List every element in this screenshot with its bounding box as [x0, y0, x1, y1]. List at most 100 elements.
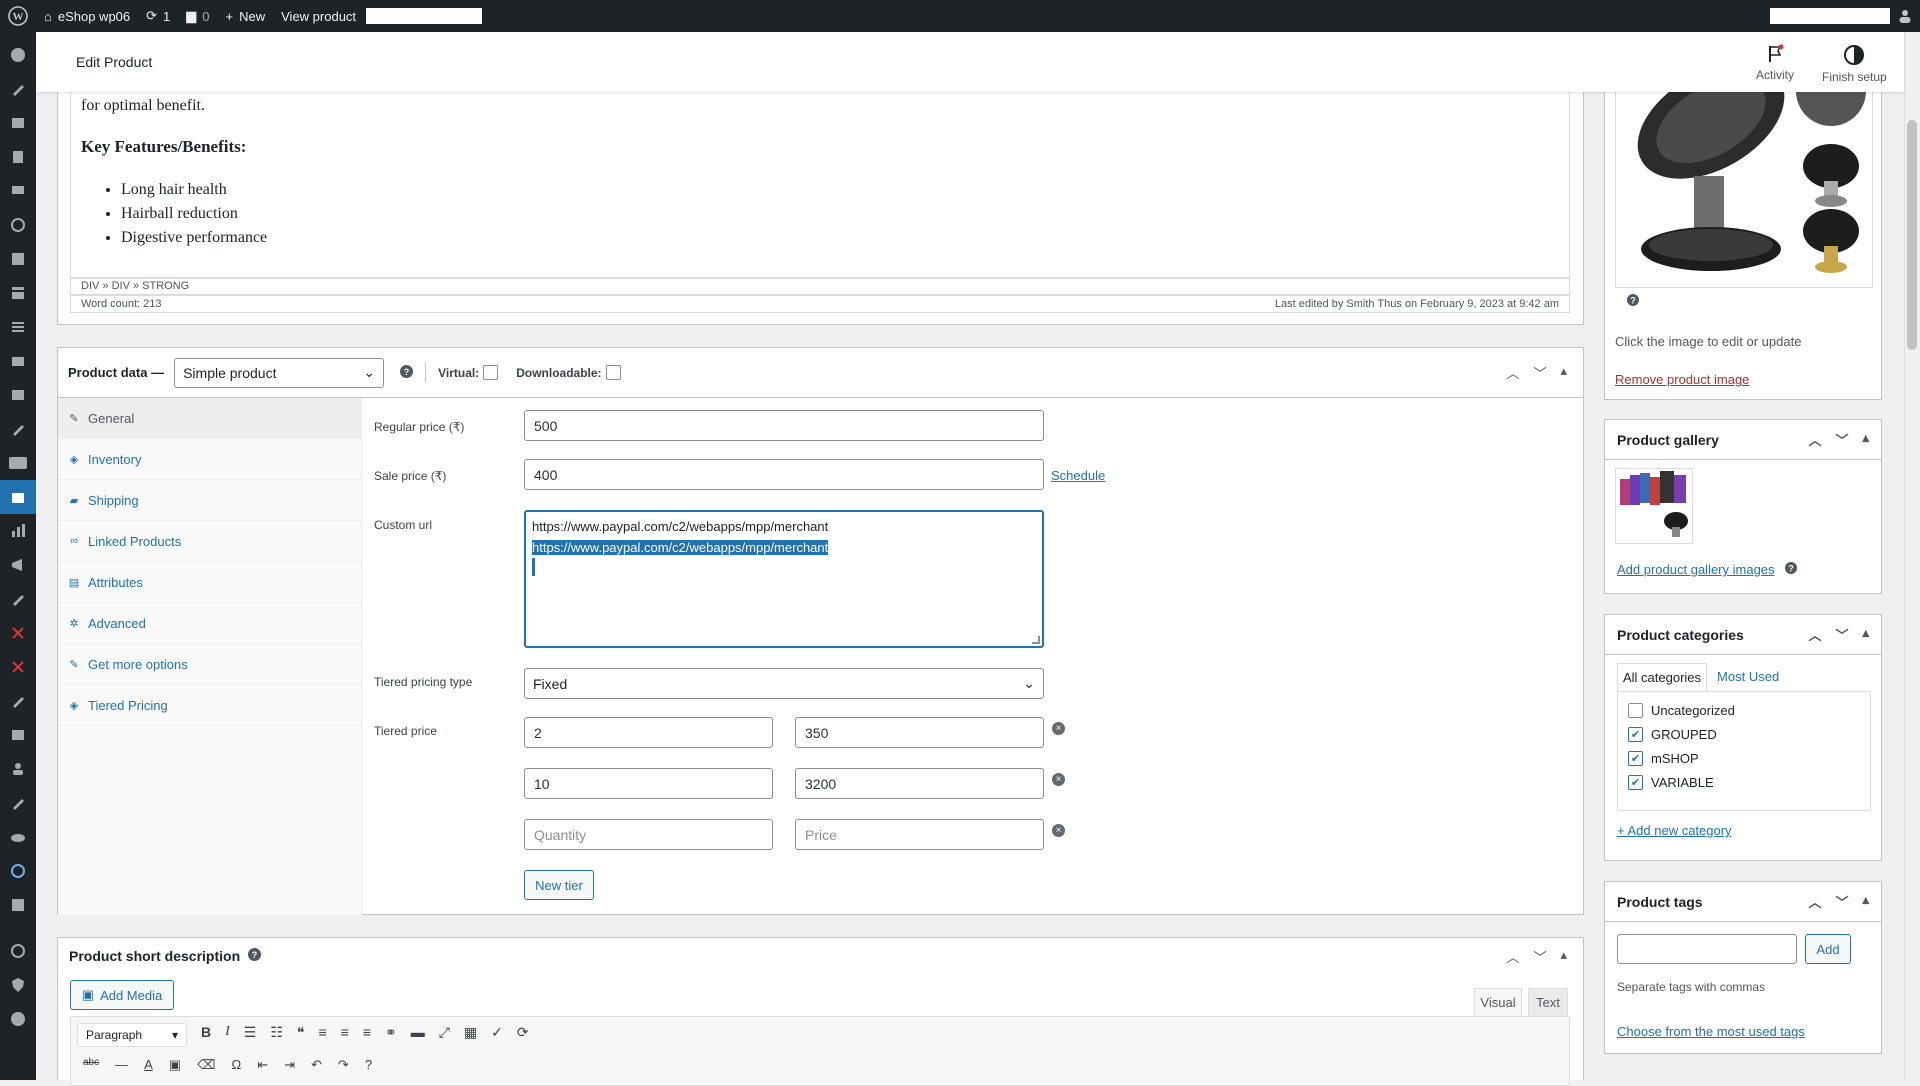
- fullscreen-icon[interactable]: ⤢: [439, 1024, 450, 1041]
- custom-url-textarea[interactable]: https://www.paypal.com/c2/webapps/mpp/me…: [524, 510, 1044, 648]
- media-icon[interactable]: [0, 106, 36, 140]
- products-icon[interactable]: [0, 480, 36, 514]
- collapse-icon[interactable]: ▴: [1862, 430, 1869, 449]
- product-image[interactable]: [1615, 80, 1873, 288]
- category-checkbox[interactable]: [1628, 702, 1643, 718]
- indent-icon[interactable]: ⇥: [284, 1057, 295, 1073]
- move-up-icon[interactable]: ︿: [1808, 625, 1821, 644]
- tab-get-more-options[interactable]: ✎ Get more options: [58, 644, 361, 685]
- move-down-icon[interactable]: ﹀: [1835, 892, 1848, 911]
- help-icon[interactable]: ?: [248, 948, 262, 964]
- help-icon[interactable]: ?: [400, 364, 414, 381]
- cloud-icon[interactable]: [0, 820, 36, 854]
- add-tag-button[interactable]: Add: [1805, 934, 1851, 964]
- move-down-icon[interactable]: ﹀: [1835, 625, 1848, 644]
- tools-icon[interactable]: [0, 786, 36, 820]
- finish-setup-button[interactable]: Finish setup: [1822, 44, 1887, 84]
- wordpress-logo-icon[interactable]: W: [0, 0, 36, 32]
- sale-price-input[interactable]: 400: [524, 459, 1044, 490]
- tab-most-used[interactable]: Most Used: [1707, 663, 1789, 692]
- resize-handle-icon[interactable]: [1032, 636, 1040, 644]
- new-content-link[interactable]: + New: [218, 0, 274, 32]
- bullet-list-icon[interactable]: ☰: [244, 1024, 257, 1041]
- pin-icon[interactable]: [0, 412, 36, 446]
- category-checkbox[interactable]: ✔: [1628, 726, 1643, 742]
- plugin-x2-icon[interactable]: [0, 650, 36, 684]
- blockquote-icon[interactable]: ❝: [297, 1024, 305, 1041]
- plugin-icon[interactable]: [0, 208, 36, 242]
- refresh-icon[interactable]: ⟳: [517, 1024, 529, 1041]
- align-right-icon[interactable]: ≡: [363, 1024, 371, 1041]
- updates-link[interactable]: ⟳ 1: [138, 0, 178, 32]
- category-checkbox[interactable]: ✔: [1628, 750, 1643, 766]
- move-up-icon[interactable]: ︿: [1506, 363, 1519, 382]
- schedule-link[interactable]: Schedule: [1051, 468, 1105, 483]
- user-avatar-icon[interactable]: [1890, 0, 1920, 32]
- site-name-link[interactable]: ⌂ eShop wp06: [36, 0, 138, 32]
- toolbar-toggle-icon[interactable]: ▦: [464, 1024, 477, 1041]
- product-type-select[interactable]: Simple product ⌄: [174, 357, 385, 388]
- keyboard-help-icon[interactable]: ?: [365, 1057, 372, 1073]
- comments-link[interactable]: ▆ 0: [178, 0, 217, 32]
- tier-qty-input[interactable]: 2: [524, 717, 773, 748]
- downloadable-checkbox[interactable]: [605, 365, 621, 380]
- move-up-icon[interactable]: ︿: [1506, 947, 1519, 966]
- choose-most-used-tags-link[interactable]: Choose from the most used tags: [1617, 1024, 1805, 1039]
- tab-visual[interactable]: Visual: [1474, 988, 1522, 1016]
- sync-icon[interactable]: [0, 854, 36, 888]
- collapse-icon[interactable]: ▴: [1862, 625, 1869, 644]
- move-up-icon[interactable]: ︿: [1808, 430, 1821, 449]
- comments-icon[interactable]: [0, 174, 36, 208]
- remove-product-image-link[interactable]: Remove product image: [1615, 372, 1749, 387]
- italic-icon[interactable]: I: [225, 1024, 230, 1041]
- strikethrough-icon[interactable]: abc: [83, 1057, 99, 1073]
- collapse-icon[interactable]: ▴: [1862, 892, 1869, 911]
- align-center-icon[interactable]: ≡: [341, 1024, 349, 1041]
- tab-linked-products[interactable]: ∞ Linked Products: [58, 521, 361, 562]
- tab-general[interactable]: ✎ General: [58, 398, 361, 439]
- mail-icon[interactable]: [0, 344, 36, 378]
- collapse-menu-icon[interactable]: [0, 1002, 36, 1036]
- view-product-link[interactable]: View product: [273, 0, 364, 32]
- help-icon[interactable]: ?: [1784, 562, 1797, 577]
- undo-icon[interactable]: ↶: [311, 1057, 322, 1073]
- add-new-category-link[interactable]: + Add new category: [1617, 823, 1732, 838]
- posts-icon[interactable]: [0, 72, 36, 106]
- add-media-button[interactable]: ▣ Add Media: [70, 980, 174, 1010]
- virtual-checkbox[interactable]: [483, 365, 499, 380]
- tab-tiered-pricing[interactable]: ◈ Tiered Pricing: [58, 685, 361, 726]
- tag-input[interactable]: [1617, 934, 1797, 964]
- tab-all-categories[interactable]: All categories: [1617, 663, 1708, 692]
- tier-price-input[interactable]: 350: [795, 717, 1044, 748]
- tier-qty-input[interactable]: Quantity: [524, 819, 773, 850]
- redo-icon[interactable]: ↷: [338, 1057, 349, 1073]
- clear-formatting-icon[interactable]: ⌫: [197, 1057, 215, 1073]
- tier-qty-input[interactable]: 10: [524, 768, 773, 799]
- category-checkbox[interactable]: ✔: [1628, 774, 1643, 790]
- layout-icon[interactable]: [0, 276, 36, 310]
- tab-attributes[interactable]: ▤ Attributes: [58, 562, 361, 603]
- move-up-icon[interactable]: ︿: [1808, 892, 1821, 911]
- regular-price-input[interactable]: 500: [524, 410, 1044, 441]
- plugin-x-icon[interactable]: [0, 616, 36, 650]
- scrollbar-thumb[interactable]: [1907, 120, 1917, 350]
- brush-icon[interactable]: [0, 684, 36, 718]
- pages-icon[interactable]: [0, 140, 36, 174]
- read-more-icon[interactable]: ▬: [411, 1024, 425, 1041]
- tab-advanced[interactable]: ✲ Advanced: [58, 603, 361, 644]
- paste-text-icon[interactable]: ▣: [169, 1057, 181, 1073]
- align-left-icon[interactable]: ≡: [318, 1024, 326, 1041]
- remove-tier-icon[interactable]: ×: [1052, 773, 1065, 786]
- gallery-icon[interactable]: [0, 378, 36, 412]
- text-color-icon[interactable]: A: [144, 1057, 153, 1073]
- dashboard-icon[interactable]: [0, 38, 36, 72]
- numbered-list-icon[interactable]: ☷: [270, 1024, 283, 1041]
- format-select[interactable]: Paragraph ▾: [77, 1023, 187, 1047]
- list-icon[interactable]: [0, 310, 36, 344]
- new-tier-button[interactable]: New tier: [524, 870, 594, 900]
- gallery-thumbnail[interactable]: [1615, 468, 1693, 544]
- tab-shipping[interactable]: ▰ Shipping: [58, 480, 361, 521]
- activity-button[interactable]: Activity: [1756, 44, 1794, 82]
- special-character-icon[interactable]: Ω: [231, 1057, 241, 1073]
- collapse-icon[interactable]: ▴: [1560, 947, 1567, 966]
